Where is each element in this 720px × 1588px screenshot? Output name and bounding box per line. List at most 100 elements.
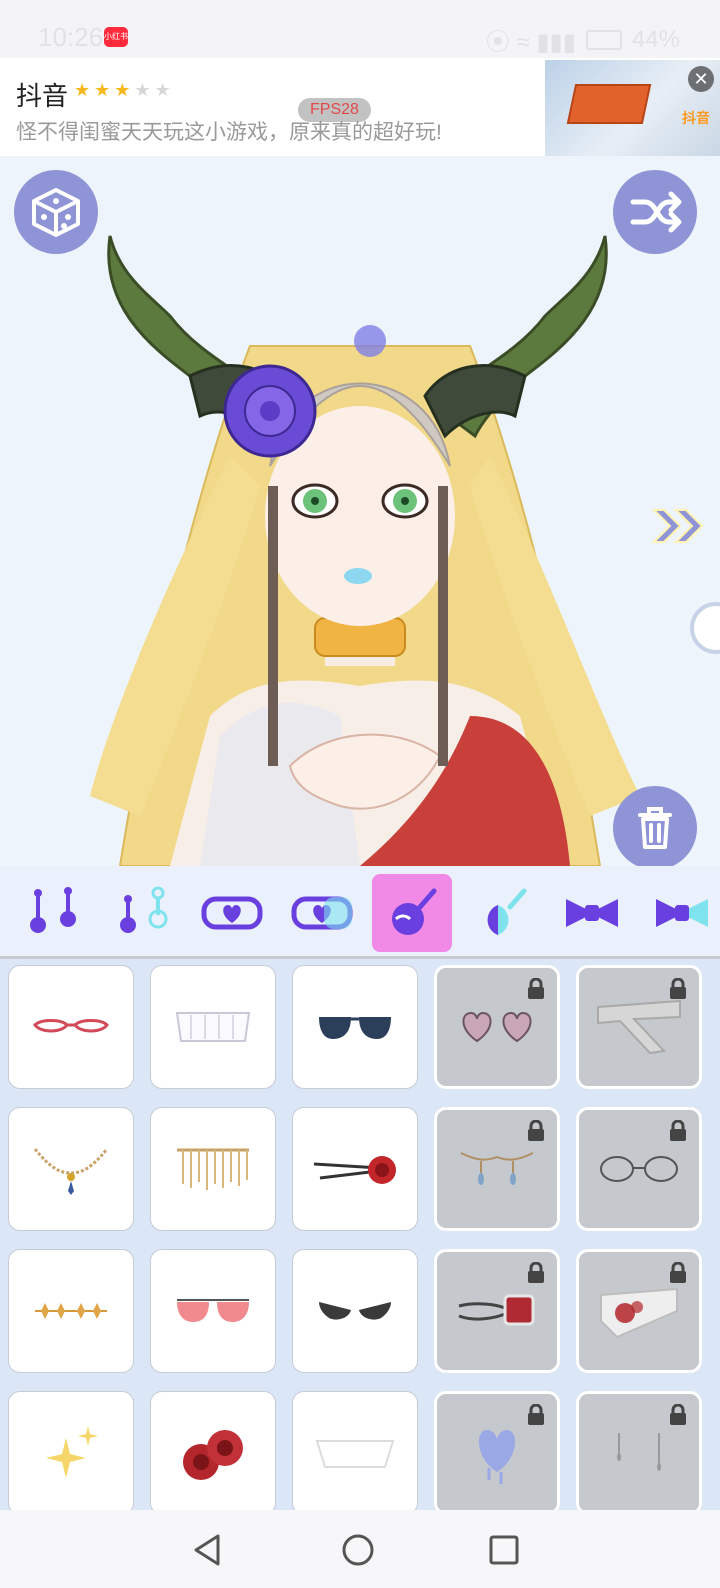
- lock-icon: [670, 978, 686, 999]
- heart-choker-icon: [201, 896, 263, 930]
- status-time: 10:26: [38, 22, 104, 52]
- cat-eye-shades-image: [319, 1302, 391, 1320]
- gold-chain-image: [33, 1148, 109, 1195]
- item-sunglasses[interactable]: [292, 965, 418, 1089]
- lock-icon: [528, 1120, 544, 1141]
- star-icon: ★: [114, 80, 135, 100]
- item-tear-drops[interactable]: [576, 1391, 702, 1510]
- item-bloody-bandage[interactable]: [576, 1249, 702, 1373]
- lock-icon: [670, 1262, 686, 1283]
- ad-app-name: 抖音: [16, 81, 69, 111]
- item-heart-glasses[interactable]: [434, 965, 560, 1089]
- ad-banner[interactable]: 抖音 ★★★★★ 怪不得闺蜜天天玩这小游戏，原来真的超好玩! FPS28 抖音 …: [0, 58, 720, 156]
- character-stage: [0, 156, 720, 866]
- item-bandage[interactable]: [576, 965, 702, 1089]
- gold-fringe-image: [177, 1148, 249, 1190]
- home-icon[interactable]: [340, 1532, 376, 1568]
- ad-description: 怪不得闺蜜天天玩这小游戏，原来真的超好玩!: [16, 121, 442, 144]
- tab-heart-choker[interactable]: [192, 874, 272, 952]
- category-bar: [0, 866, 720, 959]
- item-gold-chain[interactable]: [8, 1107, 134, 1231]
- golden-leaves-image: [35, 1303, 107, 1319]
- close-icon[interactable]: ✕: [688, 66, 714, 92]
- item-melting-heart[interactable]: [434, 1391, 560, 1510]
- sunglasses-image: [319, 1017, 391, 1039]
- heart-choker-alt-icon: [291, 896, 353, 930]
- item-cat-eye-shades[interactable]: [292, 1249, 418, 1373]
- bow-icon: [566, 899, 618, 927]
- drop-chain-image: [460, 1152, 534, 1185]
- tab-heart-choker-alt[interactable]: [282, 874, 362, 952]
- brick-wall-image: [566, 84, 652, 124]
- heart-glasses-image: [462, 1011, 532, 1043]
- clear-mask-image: [315, 1440, 395, 1468]
- star-icon: ★: [74, 80, 95, 100]
- battery-level: 44%: [631, 25, 680, 53]
- trash-icon: [638, 807, 672, 849]
- item-red-roses[interactable]: [150, 1391, 276, 1510]
- item-red-glasses[interactable]: [8, 965, 134, 1089]
- status-icons: ⦿ ≈ ▮▮▮ 44%: [486, 22, 680, 57]
- lock-icon: [528, 1404, 544, 1425]
- lock-icon: [528, 978, 544, 999]
- bloody-bandage-image: [600, 1287, 678, 1339]
- white-frill-image: [175, 1012, 251, 1042]
- accessory-grid: [0, 959, 720, 1510]
- star-icon: ★: [154, 80, 175, 100]
- fps-counter: FPS28: [298, 98, 371, 122]
- earrings-pair-icon: [30, 887, 76, 933]
- shuffle-button[interactable]: [613, 170, 697, 254]
- item-monocle-chain[interactable]: [434, 1249, 560, 1373]
- sparkles-image: [46, 1426, 98, 1478]
- star-icon: ★: [134, 80, 155, 100]
- ad-thumb-text: 抖音: [682, 110, 710, 126]
- face-accessory-alt-icon: [487, 888, 527, 935]
- rose-pin-image: [313, 1156, 396, 1184]
- red-glasses-image: [33, 1019, 109, 1033]
- item-rose-pin[interactable]: [292, 1107, 418, 1231]
- delete-button[interactable]: [613, 786, 697, 866]
- lock-icon: [528, 1262, 544, 1283]
- pink-aviators-image: [177, 1299, 249, 1322]
- red-roses-image: [183, 1430, 243, 1480]
- item-round-glasses[interactable]: [576, 1107, 702, 1231]
- bandage-image: [597, 999, 681, 1055]
- item-gold-fringe[interactable]: [150, 1107, 276, 1231]
- tab-bow[interactable]: [552, 874, 632, 952]
- random-dice-button[interactable]: [14, 170, 98, 254]
- tab-earrings-pair[interactable]: [14, 874, 94, 952]
- star-icon: ★: [94, 80, 115, 100]
- item-white-frill[interactable]: [150, 965, 276, 1089]
- tab-bow-alt[interactable]: [642, 874, 720, 952]
- item-pink-aviators[interactable]: [150, 1249, 276, 1373]
- double-chevron-right-icon: [651, 509, 704, 543]
- item-sparkles[interactable]: [8, 1391, 134, 1510]
- lock-icon: [670, 1404, 686, 1425]
- item-drop-chain[interactable]: [434, 1107, 560, 1231]
- round-glasses-image: [600, 1156, 678, 1182]
- melting-heart-image: [478, 1430, 516, 1484]
- signal-icon: ⦿ ≈ ▮▮▮: [485, 29, 576, 56]
- bow-alt-icon: [656, 899, 708, 927]
- item-clear-mask[interactable]: [292, 1391, 418, 1510]
- battery-icon: [585, 29, 622, 50]
- character-illustration: [90, 235, 640, 866]
- monocle-chain-image: [458, 1294, 535, 1326]
- status-bar: 10:26 小红书 ⦿ ≈ ▮▮▮ 44%: [0, 0, 720, 58]
- next-page-button[interactable]: [650, 506, 706, 551]
- system-nav-bar: [0, 1510, 720, 1588]
- earring-single-icon: [120, 886, 168, 933]
- tab-earring-single[interactable]: [102, 874, 182, 952]
- recents-icon[interactable]: [486, 1532, 522, 1568]
- tear-drops-image: [617, 1433, 661, 1471]
- app-badge: 小红书: [104, 27, 128, 47]
- shuffle-icon: [630, 191, 682, 233]
- tab-face-accessory-alt[interactable]: [462, 874, 542, 952]
- tab-face-accessory[interactable]: [372, 874, 452, 952]
- dice-icon: [32, 188, 80, 237]
- face-accessory-icon: [392, 888, 437, 935]
- item-golden-leaves[interactable]: [8, 1249, 134, 1373]
- back-icon[interactable]: [190, 1532, 226, 1568]
- ad-rating: ★★★★★: [74, 80, 175, 101]
- lock-icon: [670, 1120, 686, 1141]
